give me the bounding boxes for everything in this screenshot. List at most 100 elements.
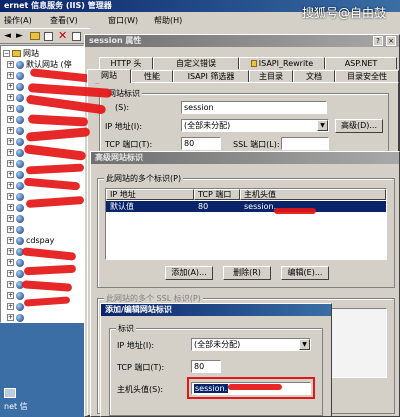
menu-view[interactable]: 查看(V) [50,15,78,26]
expand-icon[interactable]: + [7,94,14,101]
expand-icon[interactable]: + [7,127,14,134]
menu-action[interactable]: 操作(A) [4,15,32,26]
tree-item-site[interactable]: + [7,158,26,169]
expand-icon[interactable]: + [7,160,14,167]
tree-item-site[interactable]: + [7,81,26,92]
folder-icon [12,50,21,57]
menu-help[interactable]: 帮助(H) [154,15,182,26]
menu-window[interactable]: 窗口(W) [108,15,138,26]
delete-icon[interactable]: ✕ [58,29,67,42]
expand-icon[interactable]: + [7,270,14,277]
expand-icon[interactable]: + [7,116,14,123]
edit-tcp-label: TCP 端口(T): [117,363,165,372]
edit-tcp-field[interactable]: 80 [191,360,221,373]
close-icon[interactable]: × [386,36,396,46]
expand-icon[interactable]: + [7,138,14,145]
tree-item-cdspay[interactable]: + cdspay [7,235,54,246]
globe-icon [16,269,24,278]
tcp-port-field[interactable]: 80 [181,137,221,150]
list-icon[interactable] [44,32,53,41]
tab-directory-security[interactable]: 目录安全性 [335,70,399,82]
description-field[interactable]: session [181,101,327,114]
expand-icon[interactable]: + [7,171,14,178]
tab-isapi-filters[interactable]: ISAPI 筛选器 [173,70,249,82]
globe-icon [16,137,24,146]
tree-item-site[interactable]: + [7,136,26,147]
advanced-titlebar[interactable]: 高级网站标识 [91,152,399,164]
ssl-port-label: SSL 端口(L): [233,140,280,149]
tree-item-site[interactable]: + [7,202,26,213]
expand-icon[interactable]: + [7,182,14,189]
col-host[interactable]: 主机头值 [240,189,386,200]
tree-item-site[interactable]: + [7,125,26,136]
tree-item-site[interactable]: + [7,191,26,202]
tab-http-headers[interactable]: HTTP 头 [99,57,153,69]
tree-item-site[interactable]: + [7,114,26,125]
tree-item-site[interactable]: + [7,213,26,224]
expand-icon[interactable]: + [7,237,14,244]
properties-icon[interactable] [72,32,81,41]
col-tcp[interactable]: TCP 端口 [194,189,240,200]
edit-identity-titlebar[interactable]: 添加/编辑网站标识 [101,304,331,316]
expand-icon[interactable]: + [7,193,14,200]
expand-icon[interactable]: + [7,303,14,310]
tree-item-site[interactable]: + [7,70,26,81]
expand-icon[interactable]: + [7,259,14,266]
expand-icon[interactable]: + [7,226,14,233]
forward-icon[interactable]: ► [16,31,23,41]
main-window-title: ernet 信息服务 (IIS) 管理器 [4,1,112,10]
tab-custom-errors[interactable]: 自定义错误 [153,57,239,69]
tree-item-site[interactable]: + [7,312,26,322]
tree-item-site[interactable]: + [7,169,26,180]
edit-ip-select[interactable]: (全部未分配) ▼ [191,338,311,351]
ip-address-select[interactable]: (全部未分配) ▼ [181,119,329,132]
identity-group-label: 标识 [116,323,136,334]
tree-item-site[interactable]: + [7,92,26,103]
expand-icon[interactable]: + [7,105,14,112]
expand-icon[interactable]: + [7,204,14,211]
tree-item-site[interactable]: + [7,257,26,268]
tab-website[interactable]: 网站 [87,69,131,83]
back-icon[interactable]: ◄ [4,31,11,41]
tab-aspnet[interactable]: ASP.NET [325,57,397,69]
edit-identity-dialog: 添加/编辑网站标识 标识 IP 地址(I): (全部未分配) ▼ TCP 端口(… [100,303,332,417]
tree-root[interactable]: − 网站 [3,48,39,59]
tab-performance[interactable]: 性能 [131,70,173,82]
ssl-port-field[interactable] [281,137,329,150]
expand-icon[interactable]: + [7,61,14,68]
identities-list[interactable]: IP 地址 TCP 端口 主机头值 默认值 80 session. [105,188,387,260]
folder-icon[interactable] [30,32,40,40]
expand-icon[interactable]: + [7,314,14,321]
expand-icon[interactable]: + [7,149,14,156]
expand-icon[interactable]: + [7,248,14,255]
globe-icon [16,148,24,157]
delete-button[interactable]: 删除(R) [223,266,271,280]
collapse-icon[interactable]: − [3,50,10,57]
row-port: 80 [198,202,209,211]
edit-button[interactable]: 编辑(E)... [281,266,329,280]
tree-item-site[interactable]: + [7,103,26,114]
tab-isapi-rewrite[interactable]: ISAPI_Rewrite [239,57,325,69]
tree-item-site[interactable]: + [7,224,26,235]
expand-icon[interactable]: + [7,292,14,299]
tab-documents[interactable]: 文档 [293,70,335,82]
globe-icon [16,181,24,190]
tab-home-directory[interactable]: 主目录 [249,70,293,82]
col-ip[interactable]: IP 地址 [106,189,194,200]
chevron-down-icon[interactable]: ▼ [317,120,328,131]
taskbar-label: net 信 [4,402,28,411]
globe-icon [16,60,24,69]
help-icon[interactable]: ? [373,36,383,46]
expand-icon[interactable]: + [7,83,14,90]
add-button[interactable]: 添加(A)... [165,266,213,280]
properties-titlebar[interactable]: session 属性 [85,35,399,47]
chevron-down-icon[interactable]: ▼ [299,339,310,350]
expand-icon[interactable]: + [7,215,14,222]
tree-item-site[interactable]: + [7,290,26,301]
expand-icon[interactable]: + [7,281,14,288]
advanced-button[interactable]: 高级(D)... [335,119,383,133]
table-row[interactable]: 默认值 80 session. [106,201,386,212]
taskbar-item[interactable]: net 信 [2,388,42,414]
expand-icon[interactable]: + [7,72,14,79]
globe-icon [16,170,24,179]
